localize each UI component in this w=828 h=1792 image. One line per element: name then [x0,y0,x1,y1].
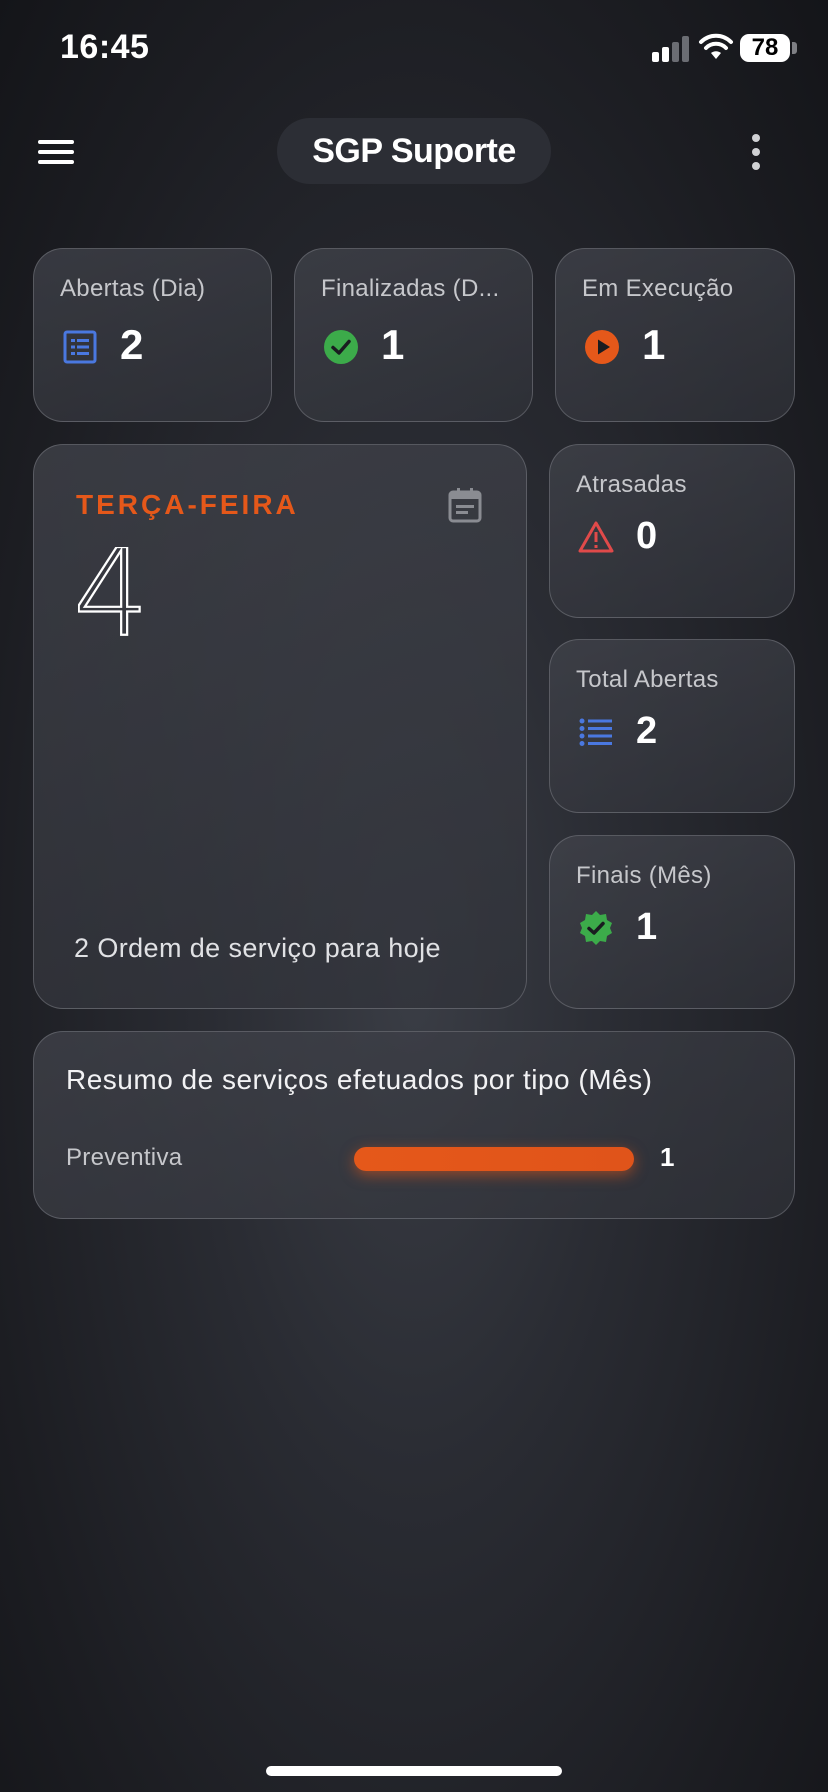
day-subtitle: 2 Ordem de serviço para hoje [74,933,441,963]
card-value: 1 [381,321,405,368]
card-value: 1 [642,321,666,368]
status-bar: 16:45 78 [0,0,828,100]
wifi-icon [699,33,733,59]
card-label: Atrasadas [576,471,687,498]
summary-item-label: Preventiva [66,1144,183,1171]
card-label: Em Execução [582,275,734,302]
app-title: SGP Suporte [312,132,516,170]
battery-cap [792,42,797,54]
card-em-execucao[interactable]: Em Execução 1 [555,248,795,422]
signal-icon [652,36,692,62]
home-indicator[interactable] [266,1766,562,1776]
calendar-icon[interactable] [448,487,482,523]
card-finalizadas-dia[interactable]: Finalizadas (D... 1 [294,248,533,422]
card-total-abertas[interactable]: Total Abertas 2 [549,639,795,813]
card-value: 2 [120,321,144,368]
list-bullets-icon [579,718,612,746]
menu-icon[interactable] [36,136,76,168]
summary-item-value: 1 [660,1142,675,1172]
check-circle-icon [324,330,358,364]
summary-bar-track [354,1147,634,1171]
app-title-pill: SGP Suporte [277,118,551,184]
card-label: Finais (Mês) [576,862,712,889]
list-icon [63,330,97,364]
day-card[interactable]: TERÇA-FEIRA 4 2 Ordem de serviço para ho… [33,444,527,1009]
day-weekday: TERÇA-FEIRA [76,489,299,520]
battery-icon: 78 [740,34,790,62]
card-value: 0 [636,515,658,557]
more-vertical-icon[interactable] [740,132,772,172]
summary-title: Resumo de serviços efetuados por tipo (M… [66,1064,653,1095]
play-circle-icon [585,330,619,364]
summary-bar-fill [354,1147,634,1171]
card-value: 1 [636,906,658,948]
summary-card: Resumo de serviços efetuados por tipo (M… [33,1031,795,1219]
card-label: Total Abertas [576,666,719,693]
card-finais-mes[interactable]: Finais (Mês) 1 [549,835,795,1009]
card-label: Abertas (Dia) [60,275,206,302]
verified-badge-icon [580,911,612,945]
day-number: 4 [78,547,144,639]
status-time: 16:45 [60,28,150,66]
card-abertas-dia[interactable]: Abertas (Dia) 2 [33,248,272,422]
card-value: 2 [636,710,658,752]
card-atrasadas[interactable]: Atrasadas 0 [549,444,795,618]
warning-icon [578,521,614,553]
day-number-text: 4 [78,547,144,639]
card-label: Finalizadas (D... [321,275,500,302]
